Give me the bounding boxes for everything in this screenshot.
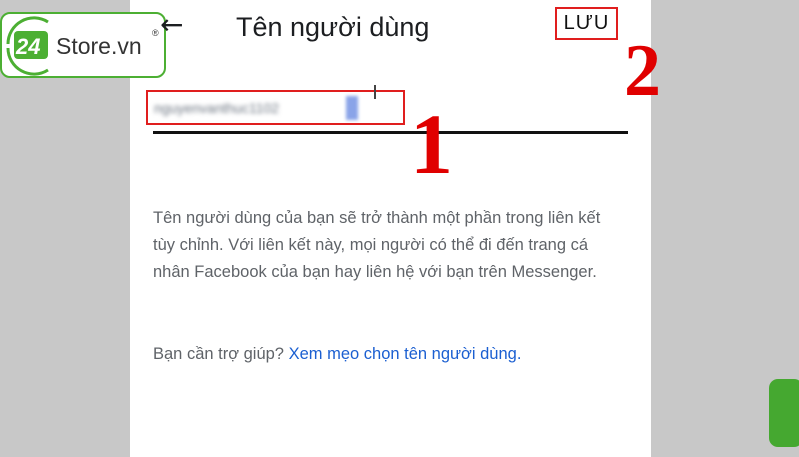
back-arrow-icon[interactable]: ←: [160, 8, 190, 42]
page-title: Tên người dùng: [236, 12, 430, 42]
help-prefix: Bạn cần trợ giúp?: [153, 345, 289, 363]
username-tips-link[interactable]: Xem mẹo chọn tên người dùng.: [289, 345, 522, 363]
help-line: Bạn cần trợ giúp? Xem mẹo chọn tên người…: [153, 342, 633, 366]
text-selection-highlight: [346, 96, 358, 120]
logo-number: 24: [15, 34, 40, 59]
username-input[interactable]: nguyenvanthuc1102: [146, 90, 405, 125]
logo-registered-mark: ®: [152, 28, 159, 38]
annotation-marker-2: 2: [624, 30, 661, 112]
username-value: nguyenvanthuc1102: [154, 100, 280, 116]
username-info-text: Tên người dùng của bạn sẽ trở thành một …: [153, 209, 601, 281]
input-underline: [153, 131, 628, 134]
logo-text: Store.vn: [56, 33, 142, 59]
annotation-marker-1: 1: [410, 96, 453, 192]
save-button[interactable]: LƯU: [555, 7, 618, 40]
text-cursor: [374, 85, 376, 99]
logo-graphic: 24 Store.vn ®: [6, 16, 159, 76]
side-chat-tab[interactable]: [769, 379, 799, 447]
brand-logo: 24 Store.vn ®: [0, 12, 166, 78]
